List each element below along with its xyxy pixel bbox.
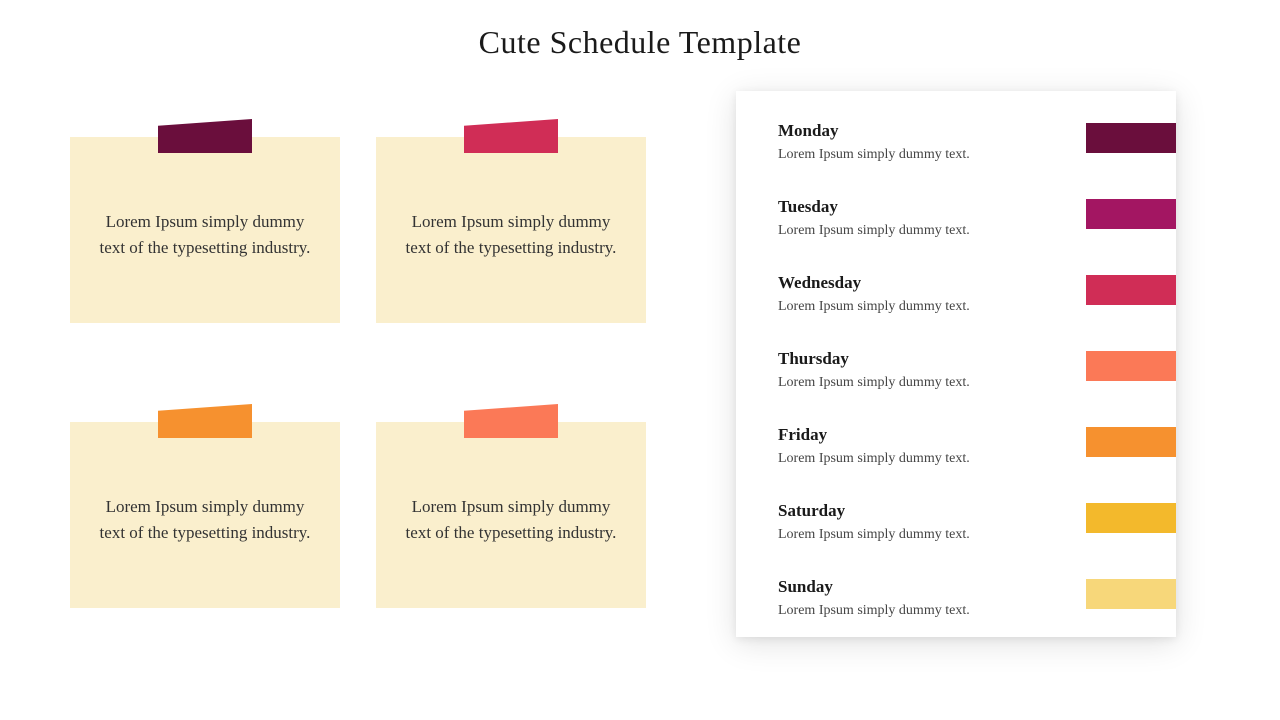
day-row: Wednesday Lorem Ipsum simply dummy text. xyxy=(778,273,1176,315)
tape-icon xyxy=(158,404,252,438)
day-name: Saturday xyxy=(778,501,1066,521)
day-row: Thursday Lorem Ipsum simply dummy text. xyxy=(778,349,1176,391)
sticky-note: Lorem Ipsum simply dummy text of the typ… xyxy=(70,422,340,637)
color-swatch xyxy=(1086,199,1176,229)
note-text: Lorem Ipsum simply dummy text of the typ… xyxy=(404,494,618,547)
day-desc: Lorem Ipsum simply dummy text. xyxy=(778,375,1066,391)
schedule-panel: Monday Lorem Ipsum simply dummy text. Tu… xyxy=(736,91,1176,637)
day-info: Saturday Lorem Ipsum simply dummy text. xyxy=(778,501,1066,543)
page-title: Cute Schedule Template xyxy=(0,0,1280,61)
day-info: Wednesday Lorem Ipsum simply dummy text. xyxy=(778,273,1066,315)
day-info: Sunday Lorem Ipsum simply dummy text. xyxy=(778,577,1066,619)
tape-icon xyxy=(464,404,558,438)
day-row: Monday Lorem Ipsum simply dummy text. xyxy=(778,121,1176,163)
sticky-note: Lorem Ipsum simply dummy text of the typ… xyxy=(376,422,646,637)
day-info: Thursday Lorem Ipsum simply dummy text. xyxy=(778,349,1066,391)
day-info: Monday Lorem Ipsum simply dummy text. xyxy=(778,121,1066,163)
day-info: Friday Lorem Ipsum simply dummy text. xyxy=(778,425,1066,467)
color-swatch xyxy=(1086,427,1176,457)
day-info: Tuesday Lorem Ipsum simply dummy text. xyxy=(778,197,1066,239)
day-desc: Lorem Ipsum simply dummy text. xyxy=(778,603,1066,619)
day-row: Sunday Lorem Ipsum simply dummy text. xyxy=(778,577,1176,619)
day-desc: Lorem Ipsum simply dummy text. xyxy=(778,223,1066,239)
note-body: Lorem Ipsum simply dummy text of the typ… xyxy=(376,137,646,323)
sticky-note: Lorem Ipsum simply dummy text of the typ… xyxy=(376,137,646,352)
sticky-note: Lorem Ipsum simply dummy text of the typ… xyxy=(70,137,340,352)
day-row: Saturday Lorem Ipsum simply dummy text. xyxy=(778,501,1176,543)
day-row: Friday Lorem Ipsum simply dummy text. xyxy=(778,425,1176,467)
day-name: Sunday xyxy=(778,577,1066,597)
tape-icon xyxy=(158,119,252,153)
color-swatch xyxy=(1086,351,1176,381)
note-body: Lorem Ipsum simply dummy text of the typ… xyxy=(70,137,340,323)
note-text: Lorem Ipsum simply dummy text of the typ… xyxy=(404,209,618,262)
day-name: Thursday xyxy=(778,349,1066,369)
day-name: Tuesday xyxy=(778,197,1066,217)
notes-grid: Lorem Ipsum simply dummy text of the typ… xyxy=(70,101,646,637)
color-swatch xyxy=(1086,503,1176,533)
note-text: Lorem Ipsum simply dummy text of the typ… xyxy=(98,494,312,547)
day-name: Monday xyxy=(778,121,1066,141)
day-name: Wednesday xyxy=(778,273,1066,293)
note-body: Lorem Ipsum simply dummy text of the typ… xyxy=(70,422,340,608)
color-swatch xyxy=(1086,579,1176,609)
color-swatch xyxy=(1086,123,1176,153)
day-desc: Lorem Ipsum simply dummy text. xyxy=(778,451,1066,467)
day-desc: Lorem Ipsum simply dummy text. xyxy=(778,147,1066,163)
content-wrapper: Lorem Ipsum simply dummy text of the typ… xyxy=(0,61,1280,637)
note-body: Lorem Ipsum simply dummy text of the typ… xyxy=(376,422,646,608)
day-row: Tuesday Lorem Ipsum simply dummy text. xyxy=(778,197,1176,239)
day-desc: Lorem Ipsum simply dummy text. xyxy=(778,299,1066,315)
color-swatch xyxy=(1086,275,1176,305)
day-desc: Lorem Ipsum simply dummy text. xyxy=(778,527,1066,543)
day-name: Friday xyxy=(778,425,1066,445)
note-text: Lorem Ipsum simply dummy text of the typ… xyxy=(98,209,312,262)
tape-icon xyxy=(464,119,558,153)
